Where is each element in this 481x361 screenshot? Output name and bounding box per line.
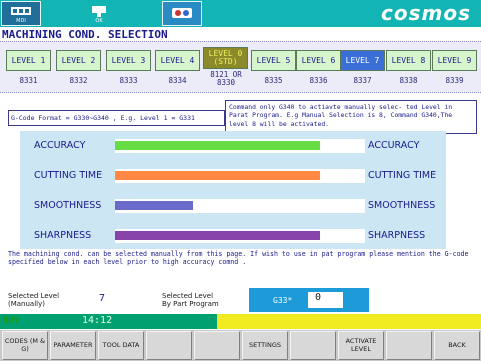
- selected-program-label-line2: By Part Program: [162, 300, 219, 308]
- program-gcode-label: G33*: [273, 296, 293, 305]
- levels-panel: LEVEL 1 LEVEL 2 LEVEL 3 LEVEL 4 LEVEL 0 …: [0, 41, 481, 93]
- level-0-code: 8121 OR 8330: [210, 70, 242, 87]
- info-text: The machining cond. can be selected manu…: [8, 250, 469, 266]
- level-9-code: 8339: [445, 76, 464, 85]
- level-3-button[interactable]: LEVEL 3: [106, 50, 151, 71]
- sharpness-row: SHARPNESS SHARPNESS: [20, 225, 446, 245]
- smoothness-track: [115, 199, 365, 213]
- settings-softkey[interactable]: SETTINGS: [242, 331, 288, 360]
- accuracy-row: ACCURACY ACCURACY: [20, 135, 446, 155]
- level-4-button[interactable]: LEVEL 4: [155, 50, 200, 71]
- level-8-code: 8338: [399, 76, 418, 85]
- level-6-button[interactable]: LEVEL 6: [296, 50, 341, 71]
- level-7-button[interactable]: LEVEL 7: [340, 50, 385, 71]
- softkey-7[interactable]: [290, 331, 336, 360]
- smoothness-label-right: SMOOTHNESS: [368, 200, 436, 211]
- softkey-5[interactable]: [194, 331, 240, 360]
- program-gcode-value: 0: [308, 292, 343, 308]
- level-5-code: 8335: [264, 76, 283, 85]
- level-7-code: 8337: [353, 76, 372, 85]
- sharpness-bar: [115, 231, 320, 240]
- level-1-button[interactable]: LEVEL 1: [6, 50, 51, 71]
- selected-program-label-line1: Selected Level: [162, 292, 214, 300]
- sharpness-track: [115, 229, 365, 243]
- smoothness-row: SMOOTHNESS SMOOTHNESS: [20, 195, 446, 215]
- parameter-softkey[interactable]: PARAMETER: [50, 331, 96, 360]
- selected-manual-label: Selected Level (Manually): [8, 292, 59, 308]
- top-bar: MDI OK cosmos: [0, 0, 481, 27]
- back-softkey[interactable]: BACK: [434, 331, 480, 360]
- level-6-code: 8336: [309, 76, 328, 85]
- cutting-time-label: CUTTING TIME: [34, 170, 103, 181]
- activation-note-box: Command only G340 to actiavte manually s…: [225, 100, 477, 134]
- condition-bars-panel: ACCURACY ACCURACY CUTTING TIME CUTTING T…: [20, 131, 446, 249]
- sharpness-label-right: SHARPNESS: [368, 230, 426, 241]
- cutting-time-label-right: CUTTING TIME: [368, 170, 437, 181]
- level-4-code: 8334: [168, 76, 187, 85]
- page-title: MACHINING COND. SELECTION: [2, 28, 168, 41]
- level-1-code: 8331: [19, 76, 38, 85]
- cutting-time-bar: [115, 171, 320, 180]
- accuracy-track: [115, 139, 365, 153]
- accuracy-label: ACCURACY: [34, 140, 86, 151]
- program-gcode-panel: G33* 0: [249, 288, 369, 312]
- level-3-code: 8333: [119, 76, 138, 85]
- accuracy-bar: [115, 141, 320, 150]
- status-right: [217, 314, 481, 329]
- machine-icon[interactable]: OK: [78, 1, 120, 26]
- brand-logo: cosmos: [381, 1, 471, 25]
- sharpness-label: SHARPNESS: [34, 230, 92, 241]
- selected-program-label: Selected Level By Part Program: [162, 292, 219, 308]
- ready-status: RDY: [3, 316, 20, 326]
- machine-icon-label: OK: [95, 18, 103, 24]
- softkey-4[interactable]: [146, 331, 192, 360]
- softkey-9[interactable]: [386, 331, 432, 360]
- level-8-button[interactable]: LEVEL 8: [386, 50, 431, 71]
- selected-manual-label-line2: (Manually): [8, 300, 45, 308]
- cutting-time-row: CUTTING TIME CUTTING TIME: [20, 165, 446, 185]
- selected-manual-value[interactable]: 7: [84, 289, 120, 309]
- clock-time: 14:12: [82, 315, 113, 326]
- level-0-std-button[interactable]: LEVEL 0 (STD): [203, 47, 248, 69]
- level-2-button[interactable]: LEVEL 2: [56, 50, 101, 71]
- level-5-button[interactable]: LEVEL 5: [251, 50, 296, 71]
- level-9-button[interactable]: LEVEL 9: [432, 50, 477, 71]
- mdi-icon-label: MDI: [16, 18, 26, 24]
- status-left: RDY 14:12: [0, 314, 217, 329]
- tool-data-softkey[interactable]: TOOL DATA: [98, 331, 144, 360]
- accuracy-label-right: ACCURACY: [368, 140, 420, 151]
- codes-softkey[interactable]: CODES (M & G): [2, 331, 48, 360]
- coolant-icon[interactable]: [162, 1, 202, 26]
- softkey-bar: CODES (M & G) PARAMETER TOOL DATA SETTIN…: [0, 330, 481, 361]
- activate-level-softkey[interactable]: ACTIVATE LEVEL: [338, 331, 384, 360]
- level-2-code: 8332: [69, 76, 88, 85]
- mdi-icon[interactable]: MDI: [1, 1, 41, 26]
- cutting-time-track: [115, 169, 365, 183]
- smoothness-bar: [115, 201, 193, 210]
- selected-manual-label-line1: Selected Level: [8, 292, 60, 300]
- smoothness-label: SMOOTHNESS: [34, 200, 102, 211]
- gcode-format-box: G-Code Format = G330~G340 , E.g. Level 1…: [8, 110, 225, 126]
- status-bar: RDY 14:12: [0, 314, 481, 329]
